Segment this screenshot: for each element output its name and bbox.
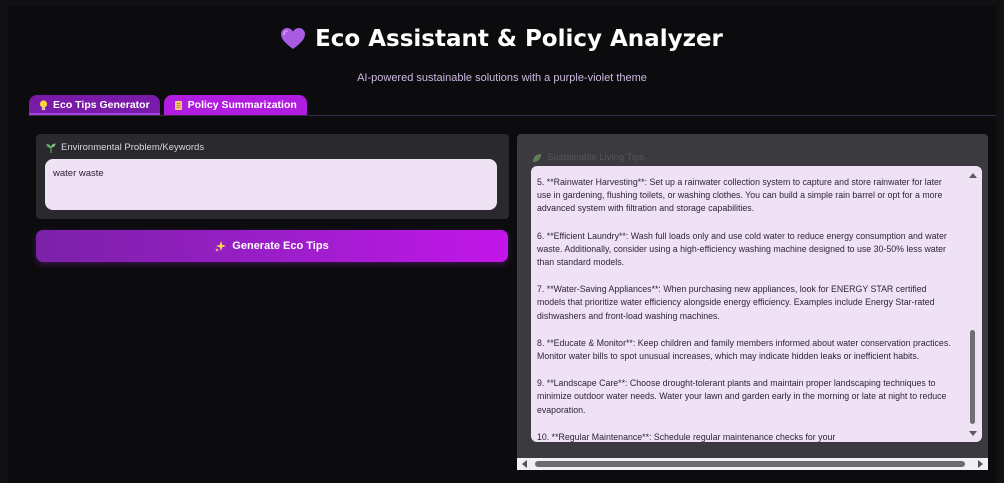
eco-tips-output[interactable]: 5. **Rainwater Harvesting**: Set up a ra… <box>531 166 982 442</box>
scroll-icon <box>174 100 182 110</box>
scroll-right-arrow-icon[interactable] <box>978 460 983 468</box>
tab-policy-summarization[interactable]: Policy Summarization <box>163 95 307 115</box>
input-card: Environmental Problem/Keywords water was… <box>36 134 509 219</box>
subtitle: AI-powered sustainable solutions with a … <box>357 72 647 84</box>
vertical-scroll-thumb[interactable] <box>970 330 975 424</box>
horizontal-scrollbar[interactable] <box>517 458 988 470</box>
output-label: Sustainable Living Tips <box>532 152 644 163</box>
input-label-text: Environmental Problem/Keywords <box>61 142 205 153</box>
generate-button-label: Generate Eco Tips <box>232 240 329 252</box>
input-label: Environmental Problem/Keywords <box>46 142 204 153</box>
input-value: water waste <box>53 168 104 179</box>
output-text: 5. **Rainwater Harvesting**: Set up a ra… <box>537 176 957 442</box>
output-card: Sustainable Living Tips 5. **Rainwater H… <box>517 134 988 470</box>
tab-bar: Eco Tips Generator Policy Summarization <box>29 95 307 115</box>
purple-heart-icon <box>281 28 306 49</box>
tip-paragraph: 9. **Landscape Care**: Choose drought-to… <box>537 378 947 415</box>
scroll-up-arrow-icon[interactable] <box>969 173 977 178</box>
tip-paragraph: 6. **Efficient Laundry**: Wash full load… <box>537 230 947 268</box>
tab-divider <box>29 115 996 116</box>
tip-paragraph: 7. **Water-Saving Appliances**: When pur… <box>537 284 935 321</box>
output-label-text: Sustainable Living Tips <box>547 152 645 163</box>
tab-label: Eco Tips Generator <box>53 99 150 111</box>
sparkles-icon <box>215 240 227 252</box>
tip-paragraph: 10. **Regular Maintenance**: Schedule re… <box>537 431 836 442</box>
header: Eco Assistant & Policy Analyzer <box>0 26 1004 55</box>
lightbulb-icon <box>39 99 48 110</box>
scroll-left-arrow-icon[interactable] <box>522 460 527 468</box>
seedling-icon <box>46 143 56 153</box>
tab-eco-tips-generator[interactable]: Eco Tips Generator <box>29 95 160 115</box>
tip-paragraph: 5. **Rainwater Harvesting**: Set up a ra… <box>537 177 943 214</box>
tab-label: Policy Summarization <box>187 99 297 111</box>
leaf-icon <box>533 153 541 162</box>
tip-paragraph: 8. **Educate & Monitor**: Keep children … <box>537 337 951 362</box>
generate-eco-tips-button[interactable]: Generate Eco Tips <box>36 230 508 262</box>
page-title: Eco Assistant & Policy Analyzer <box>281 26 723 52</box>
title-text: Eco Assistant & Policy Analyzer <box>315 26 723 52</box>
environmental-problem-input[interactable]: water waste <box>45 159 497 210</box>
horizontal-scroll-thumb[interactable] <box>535 461 965 467</box>
scroll-down-arrow-icon[interactable] <box>969 431 977 436</box>
vertical-scrollbar[interactable] <box>968 170 978 436</box>
